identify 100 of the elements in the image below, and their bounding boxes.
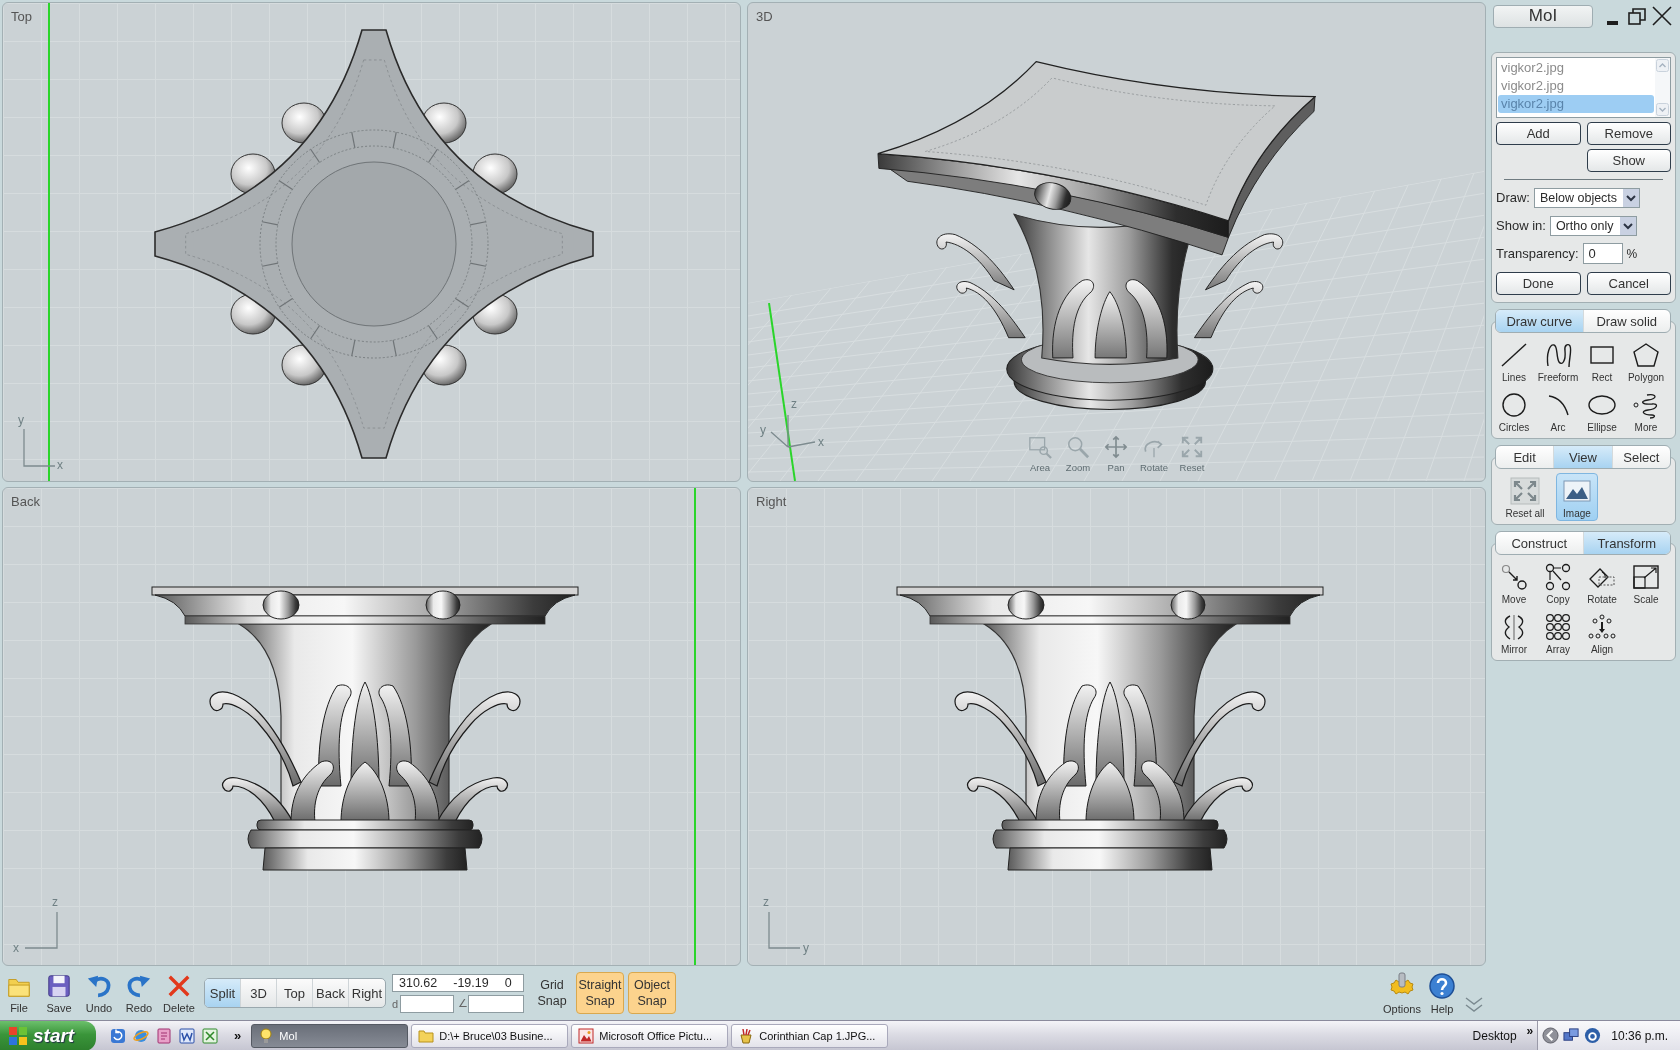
panel-button[interactable]: Done [1496, 272, 1581, 295]
tab[interactable]: Transform [1583, 532, 1670, 554]
transparency-field[interactable]: 0 [1582, 243, 1623, 264]
layout-tab[interactable]: 3D [241, 979, 277, 1007]
tool-button[interactable]: Scale [1624, 559, 1668, 607]
image-icon [1562, 477, 1592, 505]
layout-tab[interactable]: Split [205, 979, 241, 1007]
axis-label: z [791, 397, 797, 411]
image-list-item[interactable]: vigkor2.jpg [1498, 59, 1654, 77]
distance-field[interactable] [400, 994, 454, 1013]
tool-button[interactable]: Copy [1536, 559, 1580, 607]
panel-button[interactable]: Cancel [1586, 272, 1671, 295]
toolbar-button[interactable]: File [0, 972, 38, 1014]
tab[interactable]: Select [1612, 446, 1670, 468]
tool-button[interactable]: Lines [1492, 337, 1536, 385]
tool-button[interactable]: Mirror [1492, 609, 1536, 657]
distance-label: d [392, 997, 400, 1010]
dropdown[interactable]: Below objects [1533, 187, 1641, 208]
cross-tile-icon[interactable] [202, 1027, 218, 1044]
layout-tab[interactable]: Top [277, 979, 313, 1007]
tool-button[interactable]: Circles [1492, 387, 1536, 435]
tab[interactable]: Draw solid [1583, 310, 1670, 332]
caret-down-icon [1619, 216, 1636, 235]
toolbar-label[interactable]: Desktop [1472, 1028, 1517, 1043]
start-button[interactable]: start [0, 1020, 96, 1050]
circle-grid-icon [1543, 613, 1573, 641]
taskbar-button[interactable]: D:\+ Bruce\03 Busine... [411, 1023, 569, 1048]
view-nav-button[interactable]: Area [1021, 435, 1059, 473]
restore-icon[interactable] [1628, 7, 1646, 25]
tool-button[interactable]: More [1624, 387, 1668, 435]
toolbar-button[interactable]: Undo [80, 972, 118, 1014]
list-scrollbar[interactable] [1655, 58, 1670, 117]
ring-icon[interactable] [1584, 1027, 1602, 1044]
axis-label: x [57, 458, 63, 472]
magnifier-icon [1066, 435, 1090, 459]
tool-button[interactable]: Freeform [1536, 337, 1580, 385]
overflow-chevron[interactable]: » [1526, 1024, 1534, 1038]
zigzag-tile-icon[interactable] [179, 1027, 195, 1044]
panel-button[interactable]: Add [1496, 122, 1581, 145]
tool-button[interactable]: Rotate [1580, 559, 1624, 607]
tool-button[interactable]: Polygon [1624, 337, 1668, 385]
tool-button[interactable]: Rect [1580, 337, 1624, 385]
view-nav-button[interactable]: Reset [1173, 435, 1211, 473]
overflow-chevron[interactable]: » [234, 1028, 242, 1043]
view-nav-button[interactable]: Rotate [1135, 435, 1173, 473]
tool-button[interactable]: Move [1492, 559, 1536, 607]
tab[interactable]: View [1554, 446, 1613, 468]
angle-field[interactable] [468, 994, 524, 1013]
document-icon[interactable] [156, 1027, 172, 1044]
globe-icon[interactable] [133, 1027, 149, 1044]
network-icon[interactable] [1563, 1027, 1581, 1044]
tool-button[interactable]: Array [1536, 609, 1580, 657]
double-chevron-down-icon[interactable] [1464, 996, 1484, 1014]
image-list-item[interactable]: vigkor2.jpg [1498, 77, 1654, 95]
chevron-left-icon[interactable] [1542, 1027, 1560, 1044]
snap-toggle[interactable]: Grid Snap [532, 972, 572, 1014]
dropdown[interactable]: Ortho only [1549, 215, 1637, 236]
viewport-title: Right [756, 494, 787, 509]
toolbar-button[interactable]: Redo [120, 972, 158, 1014]
toolbar-button[interactable]: Options [1382, 971, 1422, 1015]
layout-tab[interactable]: Back [313, 979, 349, 1007]
tool-button[interactable]: Arc [1536, 387, 1580, 435]
taskbar-button[interactable]: MoI [251, 1023, 409, 1048]
tab[interactable]: Draw curve [1496, 310, 1584, 332]
panel-button[interactable]: Show [1586, 149, 1671, 172]
snap-toggle[interactable]: Straight Snap [576, 972, 624, 1014]
lightbulb-icon [258, 1027, 275, 1044]
axis-label: y [803, 941, 809, 955]
caret-down-icon [1623, 188, 1640, 207]
close-icon[interactable] [1652, 6, 1672, 26]
axis-label: x [13, 941, 19, 955]
taskbar-button[interactable]: Microsoft Office Pictu... [571, 1023, 729, 1048]
toolbar-button[interactable]: Delete [160, 972, 198, 1014]
folder-icon [418, 1027, 435, 1044]
tool-button[interactable]: Reset all [1494, 473, 1556, 521]
view-nav-button[interactable]: Pan [1097, 435, 1135, 473]
view-nav-button[interactable]: Zoom [1059, 435, 1097, 473]
help-icon [1427, 971, 1457, 1000]
layout-tab[interactable]: Right [349, 979, 385, 1007]
move-icon [1499, 563, 1529, 591]
panel-button[interactable]: Remove [1586, 122, 1671, 145]
scroll-up-icon[interactable] [1656, 59, 1669, 72]
axis-label: y [760, 423, 766, 437]
tool-button[interactable]: Align [1580, 609, 1624, 657]
four-squares-icon [8, 1025, 28, 1046]
toolbar-button[interactable]: Help [1422, 971, 1462, 1015]
picture-icon [578, 1027, 595, 1044]
line-icon [1499, 341, 1529, 369]
viewport-title: Top [11, 9, 32, 24]
brush-cup-icon [738, 1027, 755, 1044]
tool-button[interactable]: Ellipse [1580, 387, 1624, 435]
toolbar-button[interactable]: Save [40, 972, 78, 1014]
field-label: Transparency: [1496, 246, 1579, 261]
axis-label: z [763, 895, 769, 909]
coordinate-field[interactable]: 310.62 -19.19 0 [392, 973, 524, 992]
snap-toggle[interactable]: Object Snap [628, 972, 676, 1014]
scroll-down-icon[interactable] [1656, 103, 1669, 116]
tool-button[interactable]: Image [1556, 473, 1598, 521]
axis-label: x [818, 435, 824, 449]
taskbar-button[interactable]: Corinthian Cap 1.JPG... [731, 1023, 889, 1048]
